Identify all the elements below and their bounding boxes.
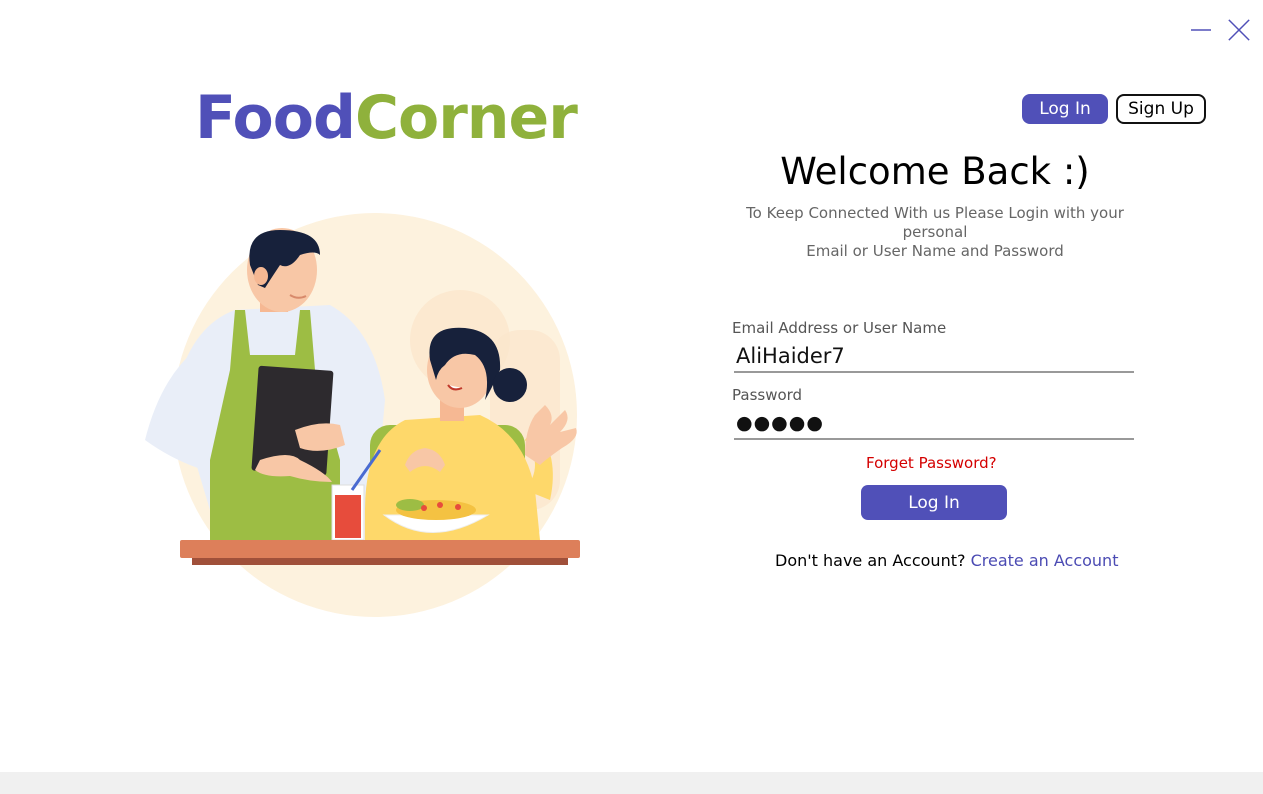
password-field[interactable]: ●●●●● <box>734 408 1134 440</box>
email-label: Email Address or User Name <box>732 319 947 337</box>
top-login-button[interactable]: Log In <box>1022 94 1108 124</box>
welcome-subtitle: To Keep Connected With us Please Login w… <box>715 204 1155 261</box>
close-icon[interactable] <box>1227 18 1251 42</box>
email-field[interactable] <box>734 341 1134 373</box>
welcome-title: Welcome Back :) <box>780 150 1090 193</box>
top-signup-button[interactable]: Sign Up <box>1116 94 1206 124</box>
restaurant-illustration <box>145 213 580 617</box>
login-submit-button[interactable]: Log In <box>861 485 1007 520</box>
bottom-bar <box>0 772 1263 794</box>
top-auth-nav: Log In Sign Up <box>1022 94 1206 124</box>
minimize-icon[interactable] <box>1189 18 1213 42</box>
app-logo: FoodCorner <box>195 88 578 148</box>
logo-corner-text: Corner <box>354 83 578 153</box>
window-controls <box>1189 18 1251 42</box>
account-prompt: Don't have an Account? Create an Account <box>775 551 1118 570</box>
forget-password-link[interactable]: Forget Password? <box>866 454 997 472</box>
logo-food-text: Food <box>195 83 356 153</box>
subtitle-line-1: To Keep Connected With us Please Login w… <box>746 204 1124 241</box>
account-prompt-text: Don't have an Account? <box>775 551 966 570</box>
create-account-link[interactable]: Create an Account <box>971 551 1119 570</box>
subtitle-line-2: Email or User Name and Password <box>806 242 1064 260</box>
password-label: Password <box>732 386 803 404</box>
